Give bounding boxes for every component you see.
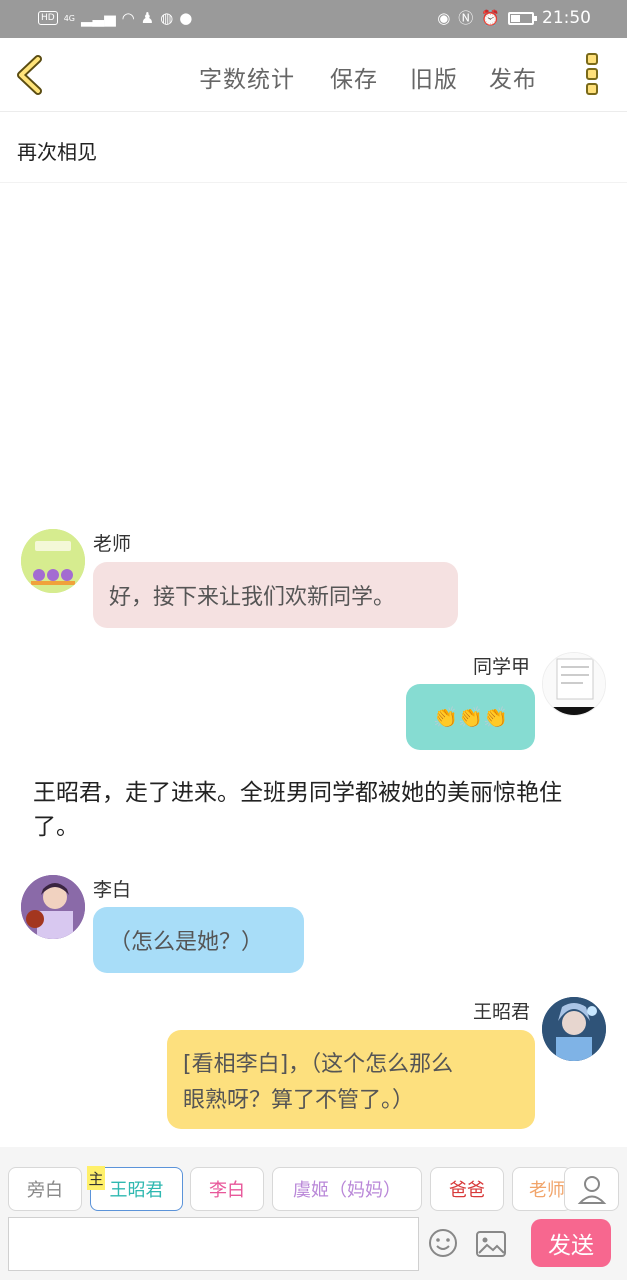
avatar-image	[21, 529, 85, 593]
story-editor-screen: HD 4G ▂▃▅ ◠ ♟ ◍ ● ◉ Ⓝ ⏰ 21:50 字数统计 保存 旧版…	[0, 0, 627, 1280]
message-text: （怎么是她？）	[109, 930, 264, 955]
nfc-icon: Ⓝ	[458, 9, 474, 27]
chat-bubble[interactable]: 好，接下来让我们欢新同学。	[93, 562, 458, 628]
wechat-icon: ◍	[160, 9, 174, 27]
back-button[interactable]	[12, 54, 52, 96]
character-label: 李白	[209, 1180, 245, 1201]
message-line: [看相李白]，（这个怎么那么	[183, 1051, 454, 1077]
smiley-icon[interactable]	[428, 1228, 458, 1258]
hd-badge: HD	[38, 11, 58, 25]
user-button[interactable]	[564, 1167, 619, 1211]
avatar-classmate[interactable]	[542, 652, 606, 716]
narration-text[interactable]: 王昭君，走了进来。全班男同学都被她的美丽惊艳住了。	[33, 776, 603, 844]
character-chip[interactable]: 虞姬（妈妈）	[272, 1167, 422, 1211]
character-label: 虞姬（妈妈）	[293, 1180, 401, 1201]
character-label: 王昭君	[109, 1180, 164, 1201]
character-chip[interactable]: 旁白	[8, 1167, 82, 1211]
wifi-icon: ◠	[121, 9, 135, 27]
qq-icon: ♟	[140, 9, 155, 27]
message-input[interactable]	[8, 1217, 419, 1271]
top-toolbar: 字数统计 保存 旧版 发布	[0, 38, 627, 112]
speaker-name: 老师	[93, 533, 132, 555]
speaker-name: 李白	[93, 879, 132, 901]
message-icon: ●	[179, 9, 193, 27]
avatar-image	[542, 997, 606, 1061]
chat-bubble[interactable]: （怎么是她？）	[93, 907, 304, 973]
eye-icon: ◉	[437, 9, 451, 27]
image-icon[interactable]	[476, 1231, 506, 1257]
character-chip[interactable]: 李白	[190, 1167, 264, 1211]
old-version-button[interactable]: 旧版	[410, 60, 458, 94]
more-dot	[586, 68, 598, 80]
battery-icon	[508, 11, 537, 25]
character-chip[interactable]: 老师	[512, 1167, 572, 1211]
status-left: HD 4G ▂▃▅ ◠ ♟ ◍ ●	[38, 9, 192, 27]
message-text: 👏👏👏	[433, 705, 508, 729]
composer-panel: 旁白 王昭君 主 李白 虞姬（妈妈） 爸爸 老师 发送	[0, 1147, 627, 1280]
character-label: 老师	[529, 1180, 565, 1201]
character-label: 爸爸	[449, 1180, 485, 1201]
story-title: 再次相见	[17, 140, 97, 164]
title-field[interactable]: 再次相见	[0, 112, 627, 183]
more-dot	[586, 53, 598, 65]
chevron-left-icon	[17, 55, 42, 95]
word-count-button[interactable]: 字数统计	[199, 60, 295, 94]
publish-button[interactable]: 发布	[489, 60, 537, 94]
status-right: ◉ Ⓝ ⏰ 21:50	[437, 8, 591, 28]
message-line: 眼熟呀？算了不管了。）	[183, 1087, 415, 1113]
avatar-libai[interactable]	[21, 875, 85, 939]
character-chip[interactable]: 爸爸	[430, 1167, 504, 1211]
network-generation: 4G	[63, 13, 75, 23]
alarm-icon: ⏰	[481, 9, 500, 27]
avatar-image	[543, 653, 605, 715]
speaker-name: 同学甲	[473, 656, 531, 678]
send-label: 发送	[548, 1233, 594, 1259]
chat-bubble[interactable]: [看相李白]，（这个怎么那么 眼熟呀？算了不管了。）	[167, 1030, 535, 1129]
avatar-image	[21, 875, 85, 939]
message-text: 好，接下来让我们欢新同学。	[109, 585, 396, 610]
speaker-name: 王昭君	[473, 1001, 531, 1023]
character-label: 旁白	[27, 1180, 63, 1201]
user-icon	[577, 1176, 607, 1204]
more-vertical-icon[interactable]	[586, 53, 600, 97]
send-button[interactable]: 发送	[531, 1219, 611, 1267]
avatar-teacher[interactable]	[21, 529, 85, 593]
save-button[interactable]: 保存	[330, 60, 378, 94]
status-bar: HD 4G ▂▃▅ ◠ ♟ ◍ ● ◉ Ⓝ ⏰ 21:50	[0, 0, 627, 38]
main-character-badge: 主	[87, 1166, 105, 1190]
avatar-wangzhaojun[interactable]	[542, 997, 606, 1061]
more-dot	[586, 83, 598, 95]
clock: 21:50	[542, 8, 591, 28]
signal-icon: ▂▃▅	[81, 9, 116, 27]
chat-bubble[interactable]: 👏👏👏	[406, 684, 535, 750]
